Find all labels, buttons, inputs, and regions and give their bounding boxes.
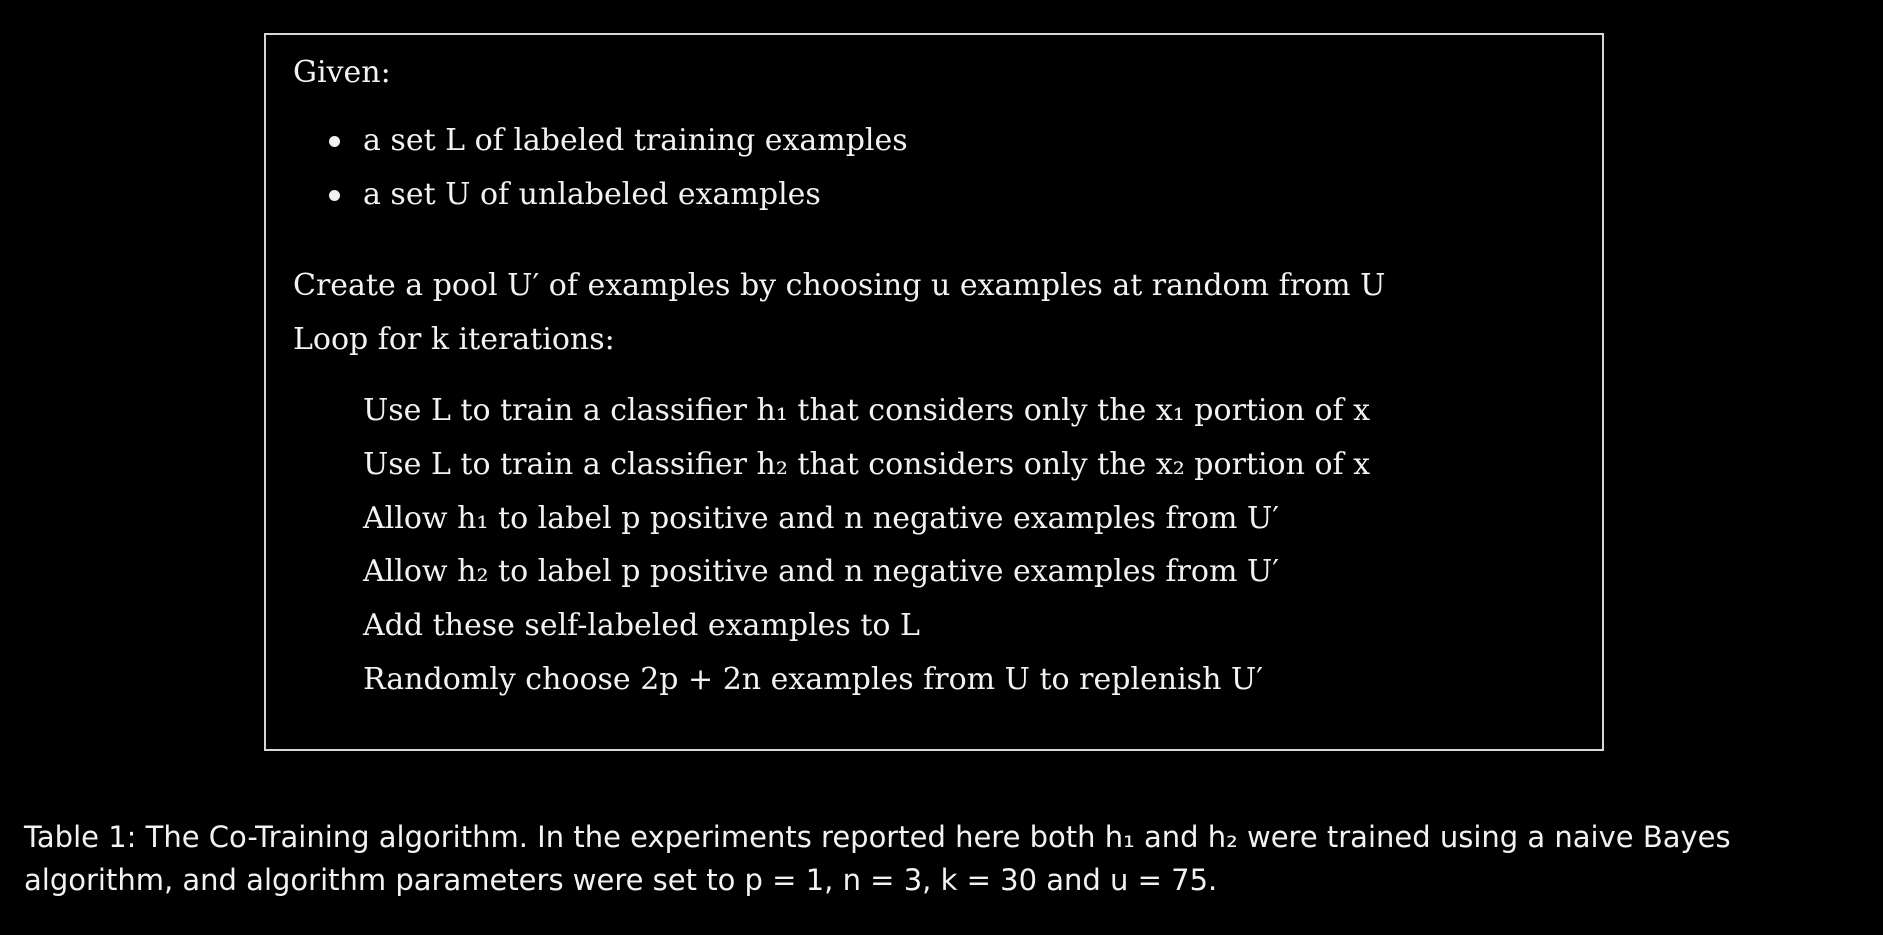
- loop-step: Use L to train a classifier h₁ that cons…: [363, 393, 1371, 428]
- loop-step: Allow h₂ to label p positive and n negat…: [363, 554, 1280, 589]
- bullet-icon: [329, 136, 340, 147]
- pool-line: Create a pool U′ of examples by choosing…: [293, 268, 1386, 303]
- given-item-text: a set L of labeled training examples: [363, 123, 908, 158]
- loop-step: Use L to train a classifier h₂ that cons…: [363, 447, 1371, 482]
- caption-line-2: algorithm, and algorithm parameters were…: [24, 863, 1218, 897]
- loop-step: Randomly choose 2p + 2n examples from U …: [363, 662, 1264, 697]
- loop-line: Loop for k iterations:: [293, 322, 615, 357]
- algorithm-box: Given: a set L of labeled training examp…: [264, 33, 1604, 751]
- loop-step: Allow h₁ to label p positive and n negat…: [363, 501, 1280, 536]
- bullet-icon: [329, 190, 340, 201]
- given-label: Given:: [293, 55, 391, 90]
- caption-line-1: Table 1: The Co-Training algorithm. In t…: [24, 820, 1731, 854]
- given-item-text: a set U of unlabeled examples: [363, 177, 821, 212]
- loop-step: Add these self-labeled examples to L: [363, 608, 920, 643]
- table-caption: Table 1: The Co-Training algorithm. In t…: [24, 816, 1869, 902]
